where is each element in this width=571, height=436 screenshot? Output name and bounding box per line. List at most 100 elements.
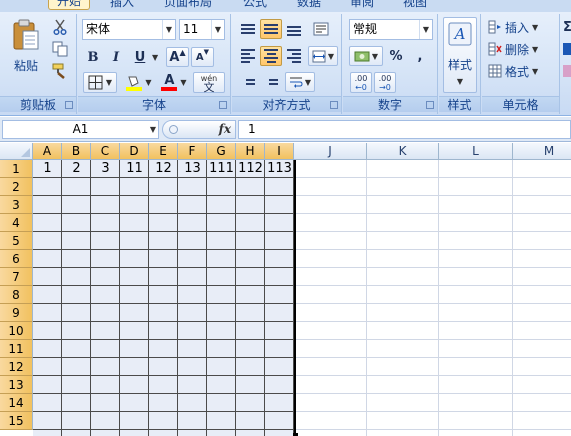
format-painter-button[interactable]: [50, 61, 70, 81]
orientation-button[interactable]: [309, 19, 333, 39]
decrease-decimal-button[interactable]: .00 →0: [374, 72, 396, 93]
alignment-launcher-icon[interactable]: [330, 101, 338, 109]
align-center-icon: [264, 49, 278, 63]
column-header-c[interactable]: C: [91, 143, 120, 160]
align-left-button[interactable]: [237, 46, 259, 66]
align-right-button[interactable]: [283, 46, 305, 66]
number-launcher-icon[interactable]: [426, 101, 434, 109]
column-header-m[interactable]: M: [513, 143, 571, 160]
row-header-7[interactable]: 7: [0, 268, 33, 286]
column-header-l[interactable]: L: [439, 143, 513, 160]
fill-bucket-icon: [126, 76, 143, 91]
row-header-4[interactable]: 4: [0, 214, 33, 232]
down-arrow-icon: ▼: [203, 48, 210, 56]
align-left-icon: [241, 49, 255, 63]
tab-page-layout[interactable]: 页面布局: [164, 0, 212, 9]
number-format-combo[interactable]: 常规 ▼: [349, 19, 433, 40]
chevron-down-icon[interactable]: ▼: [150, 121, 156, 138]
comma-style-button[interactable]: ,: [409, 46, 431, 66]
tab-insert[interactable]: 插入: [110, 0, 134, 9]
row-header-11[interactable]: 11: [0, 340, 33, 358]
column-header-j[interactable]: J: [294, 143, 367, 160]
chevron-down-icon: ▼: [327, 51, 335, 61]
align-center-button[interactable]: [260, 46, 282, 66]
font-color-button[interactable]: A ▼: [158, 72, 190, 93]
chevron-down-icon: ▼: [532, 44, 539, 54]
chevron-down-icon: ▼: [532, 22, 539, 32]
fill-button[interactable]: [562, 40, 571, 58]
align-bottom-button[interactable]: [283, 19, 305, 39]
increase-decimal-button[interactable]: .00 ←0: [350, 72, 372, 93]
delete-cells-button[interactable]: 删除 ▼: [487, 39, 557, 59]
font-size-combo[interactable]: 11 ▼: [179, 19, 225, 40]
row-header-8[interactable]: 8: [0, 286, 33, 304]
paste-label: 粘贴: [13, 58, 38, 73]
tab-home[interactable]: 开始: [48, 0, 91, 10]
column-header-h[interactable]: H: [236, 143, 265, 160]
insert-cells-button[interactable]: 插入 ▼: [487, 17, 557, 37]
tab-view[interactable]: 视图: [403, 0, 427, 9]
row-header-6[interactable]: 6: [0, 250, 33, 268]
align-middle-button[interactable]: [260, 19, 282, 39]
paste-button[interactable]: 粘贴: [6, 16, 46, 76]
tab-review[interactable]: 审阅: [350, 0, 374, 9]
clear-button[interactable]: [562, 62, 571, 80]
tab-formulas[interactable]: 公式: [243, 0, 267, 9]
shrink-font-button[interactable]: A ▼: [191, 47, 214, 67]
merge-center-button[interactable]: ▼: [308, 46, 338, 66]
borders-button[interactable]: ▼: [83, 72, 117, 93]
eraser-icon: [563, 65, 571, 77]
select-all-button[interactable]: [0, 143, 33, 160]
percent-button[interactable]: %: [385, 46, 407, 66]
font-launcher-icon[interactable]: [219, 101, 227, 109]
tab-data[interactable]: 数据: [297, 0, 321, 9]
copy-button[interactable]: [50, 39, 70, 59]
font-name-combo[interactable]: 宋体 ▼: [82, 19, 176, 40]
styles-button[interactable]: A 样式 ▼: [443, 17, 477, 93]
column-header-g[interactable]: G: [207, 143, 236, 160]
scissors-icon: [53, 19, 67, 35]
row-header-1[interactable]: 1: [0, 160, 33, 178]
fill-color-button[interactable]: ▼: [122, 72, 156, 93]
italic-button[interactable]: I: [106, 47, 126, 67]
increase-indent-button[interactable]: [260, 72, 282, 92]
column-header-i[interactable]: I: [265, 143, 294, 160]
name-box[interactable]: A1 ▼: [2, 120, 159, 139]
column-header-e[interactable]: E: [149, 143, 178, 160]
insert-cells-icon: [488, 20, 501, 34]
decrease-indent-button[interactable]: [237, 72, 259, 92]
column-header-k[interactable]: K: [367, 143, 439, 160]
row-header-14[interactable]: 14: [0, 394, 33, 412]
row-header-15[interactable]: 15: [0, 412, 33, 430]
align-bottom-icon: [287, 26, 301, 36]
phonetic-guide-button[interactable]: wén 文: [193, 72, 225, 93]
currency-button[interactable]: ▼: [349, 46, 383, 66]
format-cells-button[interactable]: 格式 ▼: [487, 61, 557, 81]
row-header-13[interactable]: 13: [0, 376, 33, 394]
format-cells-icon: [488, 64, 502, 78]
row-header-10[interactable]: 10: [0, 322, 33, 340]
formula-input[interactable]: 1: [238, 120, 571, 139]
column-header-b[interactable]: B: [62, 143, 91, 160]
underline-button[interactable]: U: [129, 47, 151, 67]
cut-button[interactable]: [50, 17, 70, 37]
chevron-down-icon[interactable]: ▼: [152, 53, 158, 62]
row-header-2[interactable]: 2: [0, 178, 33, 196]
column-header-a[interactable]: A: [33, 143, 62, 160]
row-header-5[interactable]: 5: [0, 232, 33, 250]
clipboard-launcher-icon[interactable]: [65, 101, 73, 109]
wrap-text-button[interactable]: ▼: [285, 72, 315, 92]
styles-group: A 样式 ▼ 样式: [439, 14, 481, 114]
row-header-3[interactable]: 3: [0, 196, 33, 214]
worksheet-grid[interactable]: ABCDEFGHIJKLM 1 2 3 4 5 6 7 8 9 10 11 12 13 14 15 1231…: [0, 143, 571, 436]
grow-font-button[interactable]: A ▲: [166, 47, 189, 67]
row-header-9[interactable]: 9: [0, 304, 33, 322]
bold-button[interactable]: B: [83, 47, 103, 67]
column-header-f[interactable]: F: [178, 143, 207, 160]
column-header-d[interactable]: D: [120, 143, 149, 160]
row-header-12[interactable]: 12: [0, 358, 33, 376]
insert-function-button[interactable]: fx: [162, 120, 236, 139]
autosum-button[interactable]: Σ: [562, 18, 571, 36]
styles-icon: A: [448, 22, 472, 46]
align-top-button[interactable]: [237, 19, 259, 39]
